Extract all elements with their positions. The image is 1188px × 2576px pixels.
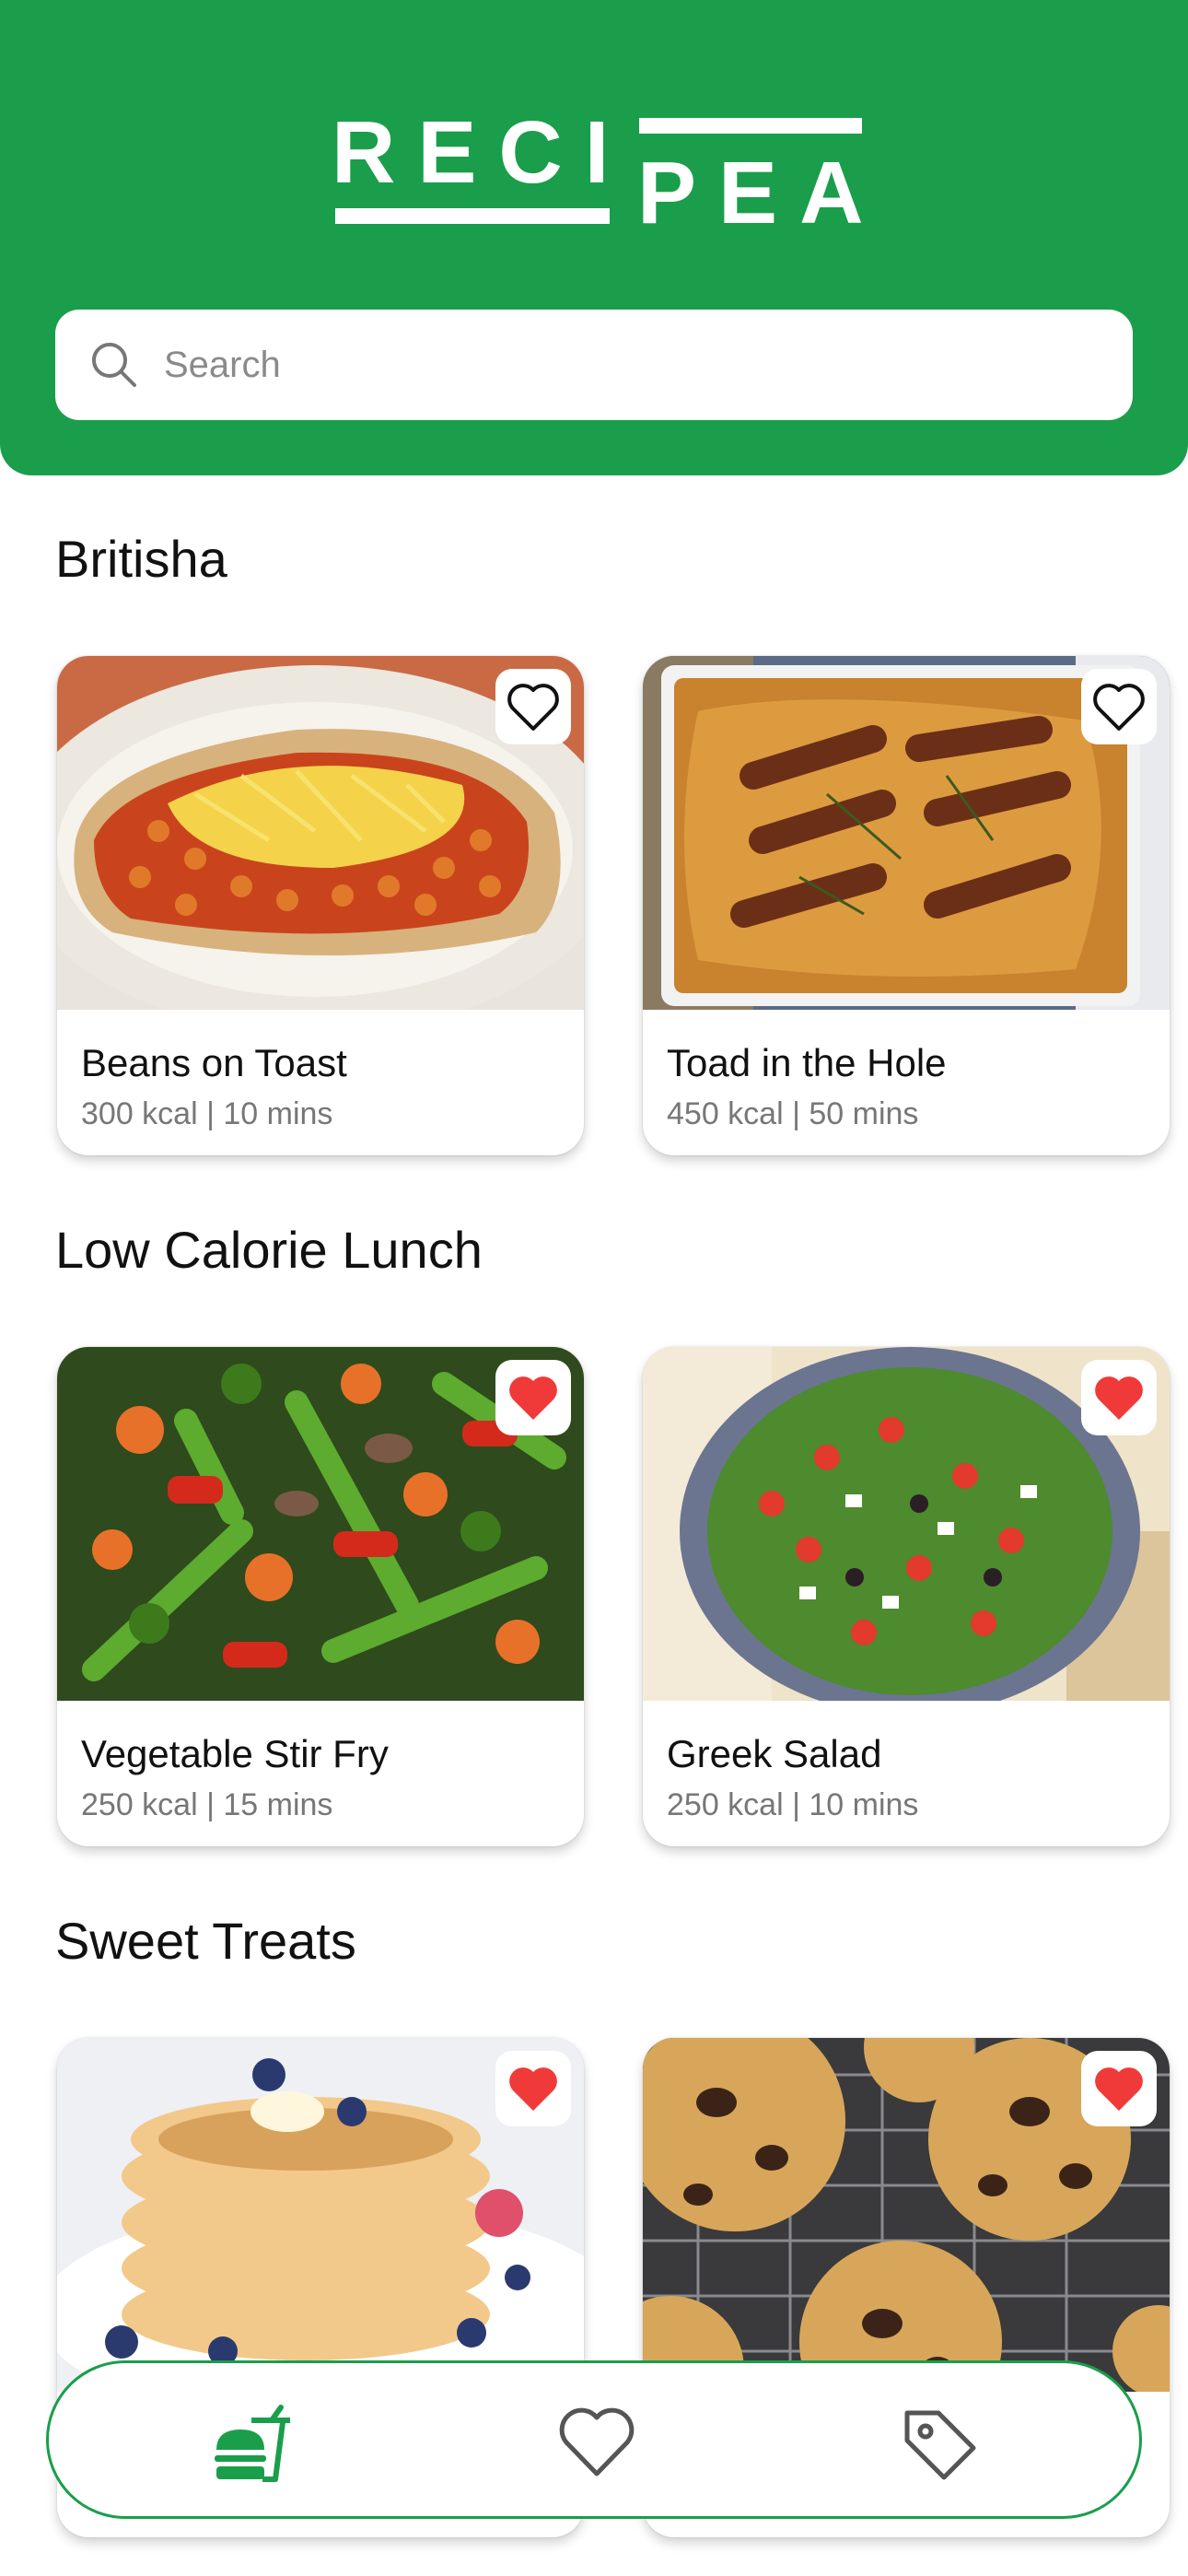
recipe-meta: 250 kcal | 10 mins — [667, 1787, 919, 1822]
favorite-button[interactable] — [1081, 1360, 1157, 1435]
logo-bar-top — [639, 118, 862, 134]
favorite-button[interactable] — [1081, 2051, 1157, 2126]
section-title-british: Britisha — [55, 530, 227, 588]
logo-text-left: RECI — [332, 103, 632, 202]
section-title-sweet-treats: Sweet Treats — [55, 1912, 356, 1970]
search-bar[interactable] — [55, 310, 1133, 420]
recipe-name: Beans on Toast — [81, 1041, 347, 1084]
recipe-meta: 450 kcal | 50 mins — [667, 1096, 919, 1131]
recipe-name: Toad in the Hole — [667, 1041, 947, 1084]
favorite-button[interactable] — [1081, 669, 1157, 744]
logo-text-right: PEA — [637, 144, 886, 242]
section-title-low-calorie-lunch: Low Calorie Lunch — [55, 1221, 483, 1279]
recipe-card-toad-in-the-hole[interactable]: Toad in the Hole 450 kcal | 50 mins — [643, 656, 1170, 1155]
nav-item-recipes[interactable] — [211, 2402, 294, 2485]
recipe-card-greek-salad[interactable]: Greek Salad 250 kcal | 10 mins — [643, 1347, 1170, 1846]
heart-filled-icon — [509, 1376, 557, 1420]
fast-food-icon — [215, 2405, 290, 2482]
recipe-name: Vegetable Stir Fry — [81, 1732, 389, 1775]
heart-outline-icon — [1093, 684, 1145, 731]
heart-icon — [559, 2407, 635, 2476]
favorite-button[interactable] — [495, 669, 571, 744]
nav-item-favorites[interactable] — [555, 2402, 638, 2485]
recipe-name: Greek Salad — [667, 1732, 882, 1775]
heart-filled-icon — [1095, 1376, 1143, 1420]
heart-outline-icon — [507, 684, 559, 731]
recipe-card-beans-on-toast[interactable]: Beans on Toast 300 kcal | 10 mins — [57, 656, 584, 1155]
tag-icon — [904, 2410, 976, 2480]
heart-filled-icon — [1095, 2067, 1143, 2111]
bottom-nav-bar — [46, 2360, 1142, 2519]
recipe-meta: 250 kcal | 15 mins — [81, 1787, 333, 1822]
recipe-meta: 300 kcal | 10 mins — [81, 1096, 333, 1131]
favorite-button[interactable] — [495, 1360, 571, 1435]
heart-filled-icon — [509, 2067, 557, 2111]
search-input[interactable] — [164, 310, 1133, 420]
favorite-button[interactable] — [495, 2051, 571, 2126]
app-logo: RECI PEA — [332, 103, 866, 238]
nav-item-tags[interactable] — [898, 2402, 981, 2485]
app-header: RECI PEA — [0, 0, 1188, 475]
search-icon — [92, 343, 136, 387]
recipe-card-vegetable-stir-fry[interactable]: Vegetable Stir Fry 250 kcal | 15 mins — [57, 1347, 584, 1846]
logo-bar-bottom — [335, 208, 610, 224]
